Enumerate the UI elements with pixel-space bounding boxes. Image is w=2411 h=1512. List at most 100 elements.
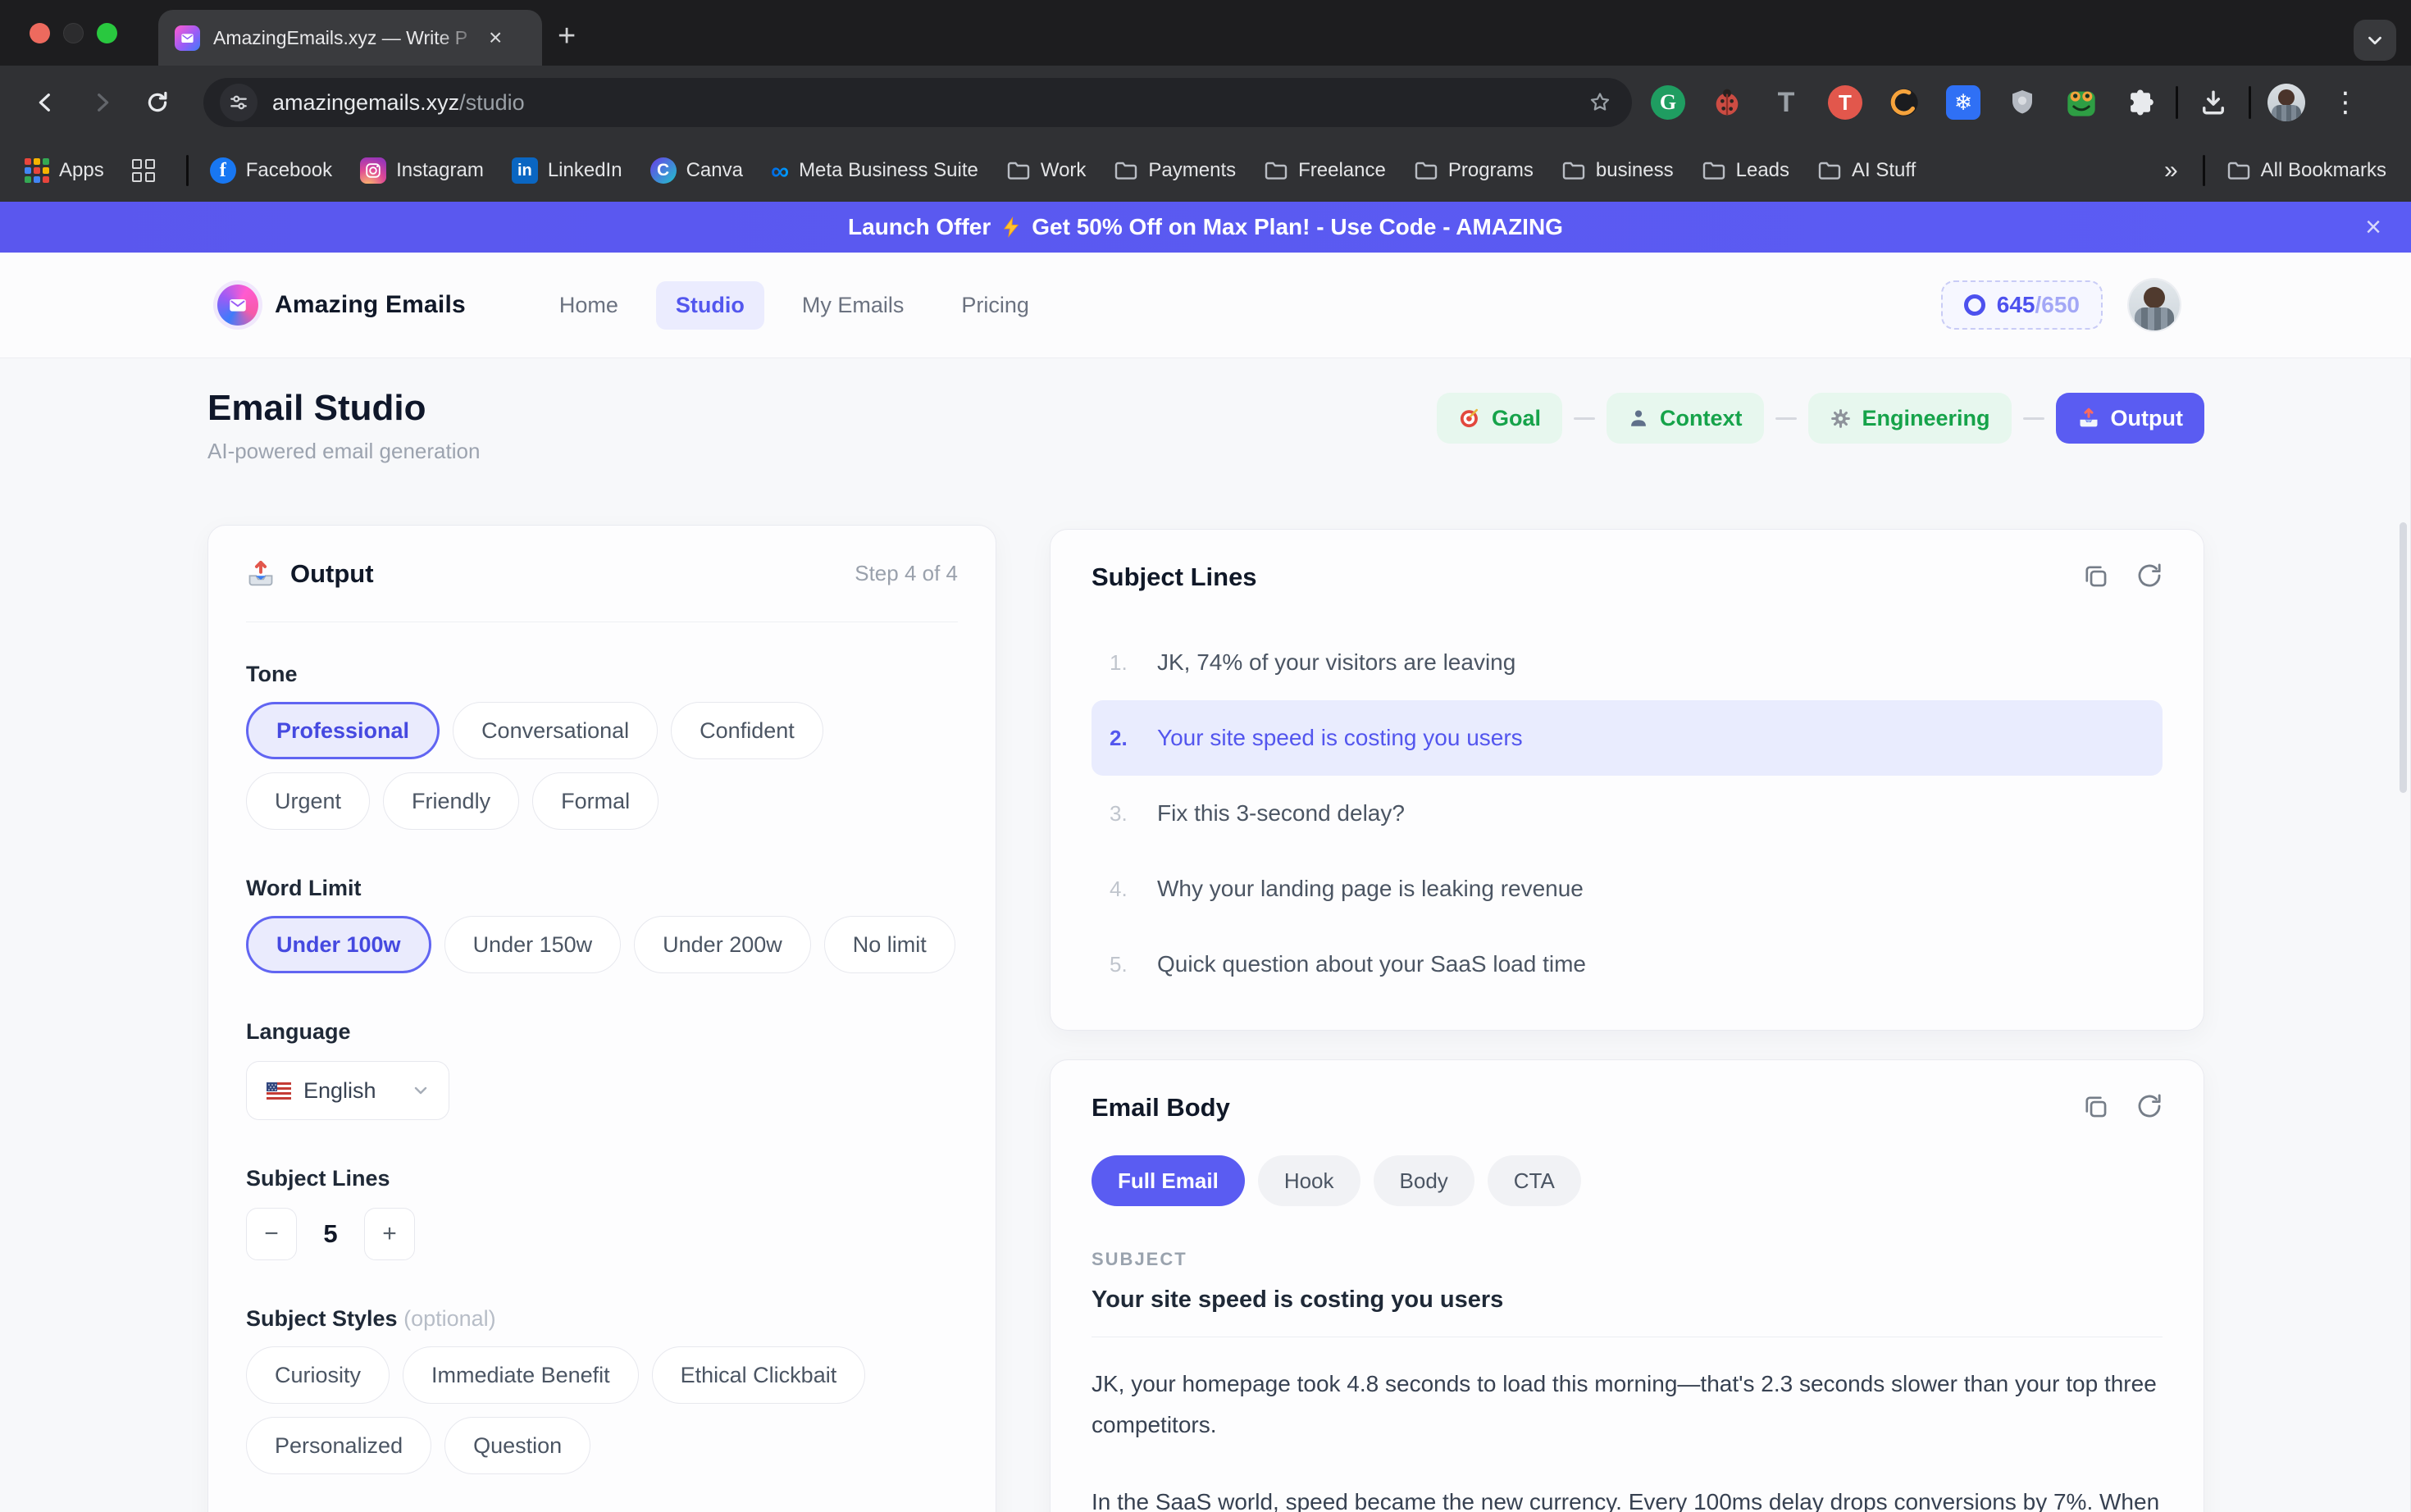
outbox-icon bbox=[2077, 407, 2100, 430]
browser-tab[interactable]: AmazingEmails.xyz — Write P × bbox=[158, 10, 542, 66]
tab-close-icon[interactable]: × bbox=[489, 26, 502, 49]
tone-confident[interactable]: Confident bbox=[671, 702, 823, 759]
tool-extension-icon[interactable]: T bbox=[1762, 79, 1810, 126]
tab-search-button[interactable] bbox=[2354, 20, 2396, 61]
bookmark-folder-programs[interactable]: Programs bbox=[1414, 159, 1534, 182]
page-scrollbar[interactable] bbox=[2400, 522, 2407, 793]
tone-label: Tone bbox=[246, 662, 958, 687]
bookmark-folder-business[interactable]: business bbox=[1561, 159, 1674, 182]
extensions-puzzle-icon[interactable] bbox=[2117, 79, 2164, 126]
bookmark-instagram[interactable]: Instagram bbox=[360, 157, 484, 184]
bookmark-folder-payments[interactable]: Payments bbox=[1114, 159, 1236, 182]
tone-conversational[interactable]: Conversational bbox=[453, 702, 658, 759]
honey-extension-icon[interactable] bbox=[1880, 79, 1928, 126]
style-question[interactable]: Question bbox=[444, 1417, 590, 1474]
zoom-window-button[interactable] bbox=[97, 23, 117, 43]
bookmark-folder-leads[interactable]: Leads bbox=[1702, 159, 1789, 182]
tab-full-email[interactable]: Full Email bbox=[1092, 1155, 1245, 1206]
output-card-title: Output bbox=[290, 559, 374, 589]
nav-studio[interactable]: Studio bbox=[656, 281, 764, 330]
canva-icon: C bbox=[650, 157, 677, 184]
tone-professional[interactable]: Professional bbox=[246, 702, 440, 759]
word-under-150[interactable]: Under 150w bbox=[444, 916, 622, 973]
browser-menu-icon[interactable]: ⋮ bbox=[2322, 79, 2369, 126]
tab-body[interactable]: Body bbox=[1374, 1155, 1474, 1206]
step-connector bbox=[1775, 417, 1797, 420]
credits-badge[interactable]: 645/650 bbox=[1941, 280, 2103, 330]
todoist-extension-icon[interactable]: T bbox=[1821, 79, 1869, 126]
regenerate-icon[interactable] bbox=[2133, 559, 2166, 592]
brand[interactable]: Amazing Emails bbox=[217, 285, 466, 326]
bookmark-apps[interactable]: Apps bbox=[25, 158, 104, 183]
bookmark-star-icon[interactable] bbox=[1581, 84, 1619, 121]
step-output[interactable]: Output bbox=[2056, 393, 2204, 444]
close-window-button[interactable] bbox=[30, 23, 50, 43]
toolbar-divider bbox=[2176, 86, 2178, 119]
nav-my-emails[interactable]: My Emails bbox=[782, 281, 924, 330]
nav-pricing[interactable]: Pricing bbox=[941, 281, 1049, 330]
step-context[interactable]: Context bbox=[1607, 393, 1764, 444]
lightning-icon bbox=[1000, 216, 1022, 238]
ladybug-extension-icon[interactable] bbox=[1703, 79, 1751, 126]
tab-hook[interactable]: Hook bbox=[1258, 1155, 1360, 1206]
shield-extension-icon[interactable] bbox=[1999, 79, 2046, 126]
copy-icon[interactable] bbox=[2079, 1090, 2112, 1123]
style-personalized[interactable]: Personalized bbox=[246, 1417, 431, 1474]
user-avatar[interactable] bbox=[2129, 280, 2180, 330]
subject-line-row[interactable]: 1.JK, 74% of your visitors are leaving bbox=[1092, 625, 2163, 700]
step-engineering[interactable]: Engineering bbox=[1808, 393, 2012, 444]
subject-line-row[interactable]: 3.Fix this 3-second delay? bbox=[1092, 776, 2163, 851]
decrement-button[interactable]: − bbox=[246, 1208, 297, 1260]
language-select[interactable]: English bbox=[246, 1061, 449, 1120]
new-tab-button[interactable]: + bbox=[558, 21, 576, 51]
style-curiosity[interactable]: Curiosity bbox=[246, 1346, 390, 1404]
browser-profile-avatar[interactable] bbox=[2263, 79, 2310, 126]
address-bar[interactable]: amazingemails.xyz/studio bbox=[203, 78, 1632, 127]
output-card-header: Output Step 4 of 4 bbox=[246, 526, 958, 622]
site-header: Amazing Emails Home Studio My Emails Pri… bbox=[0, 253, 2411, 358]
forward-button[interactable] bbox=[79, 80, 125, 125]
word-no-limit[interactable]: No limit bbox=[824, 916, 955, 973]
back-button[interactable] bbox=[23, 80, 69, 125]
increment-button[interactable]: + bbox=[364, 1208, 415, 1260]
word-under-100[interactable]: Under 100w bbox=[246, 916, 431, 973]
folder-icon bbox=[1114, 161, 1138, 180]
step-connector bbox=[2023, 417, 2044, 420]
tone-friendly[interactable]: Friendly bbox=[383, 772, 519, 830]
style-ethical-clickbait[interactable]: Ethical Clickbait bbox=[652, 1346, 866, 1404]
copy-icon[interactable] bbox=[2079, 559, 2112, 592]
bookmark-canva[interactable]: C Canva bbox=[650, 157, 743, 184]
subject-lines-card: Subject Lines 1.JK, 74% of your visitors… bbox=[1050, 529, 2204, 1031]
downloads-icon[interactable] bbox=[2190, 79, 2237, 126]
all-bookmarks[interactable]: All Bookmarks bbox=[2226, 159, 2386, 182]
bookmark-facebook[interactable]: f Facebook bbox=[210, 157, 332, 184]
tab-cta[interactable]: CTA bbox=[1488, 1155, 1581, 1206]
bookmark-folder-freelance[interactable]: Freelance bbox=[1264, 159, 1386, 182]
bookmark-folder-work[interactable]: Work bbox=[1006, 159, 1087, 182]
tone-formal[interactable]: Formal bbox=[532, 772, 659, 830]
bookmark-meta[interactable]: ∞ Meta Business Suite bbox=[771, 158, 978, 184]
tone-urgent[interactable]: Urgent bbox=[246, 772, 370, 830]
subject-line-row-selected[interactable]: 2.Your site speed is costing you users bbox=[1092, 700, 2163, 776]
chevron-down-icon bbox=[412, 1085, 429, 1096]
bookmark-folder-ai-stuff[interactable]: AI Stuff bbox=[1817, 159, 1916, 182]
subject-line-row[interactable]: 4.Why your landing page is leaking reven… bbox=[1092, 851, 2163, 927]
bookmark-grid[interactable] bbox=[132, 159, 155, 182]
site-settings-icon[interactable] bbox=[220, 84, 258, 121]
style-immediate-benefit[interactable]: Immediate Benefit bbox=[403, 1346, 639, 1404]
regenerate-icon[interactable] bbox=[2133, 1090, 2166, 1123]
nav-home[interactable]: Home bbox=[540, 281, 638, 330]
reload-button[interactable] bbox=[134, 80, 180, 125]
minimize-window-button[interactable] bbox=[63, 23, 84, 43]
bookmarks-overflow-chevron[interactable]: » bbox=[2164, 157, 2178, 184]
step-goal[interactable]: Goal bbox=[1437, 393, 1562, 444]
bookmark-linkedin[interactable]: in LinkedIn bbox=[512, 157, 622, 184]
word-under-200[interactable]: Under 200w bbox=[634, 916, 811, 973]
snowflake-extension-icon[interactable]: ❄ bbox=[1939, 79, 1987, 126]
grammarly-extension-icon[interactable]: G bbox=[1644, 79, 1692, 126]
subject-line-row[interactable]: 5.Quick question about your SaaS load ti… bbox=[1092, 927, 2163, 1002]
subject-lines-stepper: − 5 + bbox=[246, 1208, 958, 1260]
subject-lines-count-label: Subject Lines bbox=[246, 1166, 958, 1191]
banner-close-icon[interactable]: × bbox=[2365, 213, 2381, 241]
frog-extension-icon[interactable] bbox=[2058, 79, 2105, 126]
